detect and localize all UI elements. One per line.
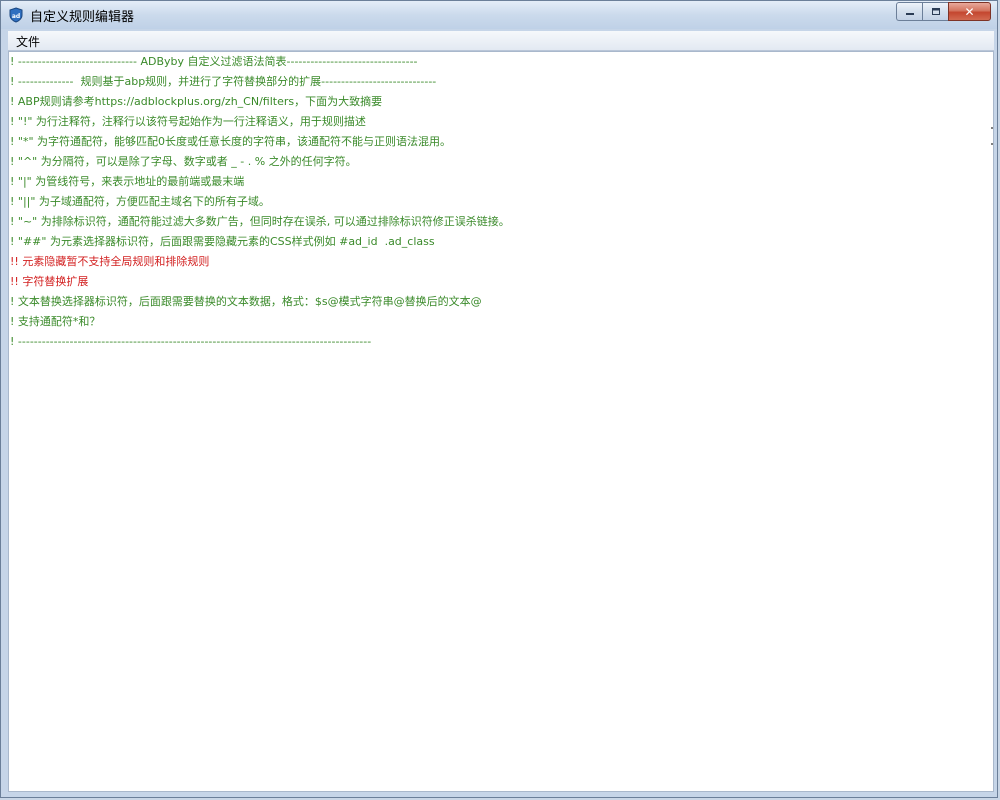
minimize-button[interactable] bbox=[896, 2, 922, 21]
editor-line: ! --------------------------------------… bbox=[10, 335, 372, 348]
caption-buttons: ✕ bbox=[896, 2, 991, 21]
editor-line: ! ABP规则请参考https://adblockplus.org/zh_CN/… bbox=[10, 95, 383, 108]
maximize-icon bbox=[931, 7, 940, 15]
text-cursor-icon bbox=[991, 127, 993, 145]
editor-line: ! ------------------------------ ADByby … bbox=[10, 55, 418, 68]
editor-line: ! -------------- 规则基于abp规则，并进行了字符替换部分的扩展… bbox=[10, 75, 437, 88]
window-title: 自定义规则编辑器 bbox=[30, 10, 135, 25]
editor-line: ! "^" 为分隔符，可以是除了字母、数字或者 _ - . % 之外的任何字符。 bbox=[10, 155, 357, 168]
editor-line: ! "!" 为行注释符，注释行以该符号起始作为一行注释语义，用于规则描述 bbox=[10, 115, 366, 128]
svg-text:ad: ad bbox=[12, 13, 20, 20]
rules-text-editor[interactable]: ! ------------------------------ ADByby … bbox=[8, 51, 994, 792]
menu-bar: 文件 bbox=[8, 31, 994, 51]
editor-line: ! 文本替换选择器标识符，后面跟需要替换的文本数据，格式：$s@模式字符串@替换… bbox=[10, 295, 482, 308]
editor-line: ! "~" 为排除标识符，通配符能过滤大多数广告，但同时存在误杀, 可以通过排除… bbox=[10, 215, 510, 228]
close-button[interactable]: ✕ bbox=[948, 2, 991, 21]
editor-line: ! "|" 为管线符号，来表示地址的最前端或最末端 bbox=[10, 175, 245, 188]
close-icon: ✕ bbox=[964, 4, 975, 19]
title-bar[interactable]: ad 自定义规则编辑器 ✕ bbox=[1, 1, 997, 29]
editor-line: ! 支持通配符*和？ bbox=[10, 315, 101, 328]
maximize-button[interactable] bbox=[922, 2, 948, 21]
rule-editor-window: ad 自定义规则编辑器 ✕ 文件 ! ---------------------… bbox=[0, 0, 998, 798]
menu-file[interactable]: 文件 bbox=[11, 32, 45, 51]
editor-line: !! 元素隐藏暂不支持全局规则和排除规则 bbox=[10, 255, 210, 268]
editor-line: !! 字符替换扩展 bbox=[10, 275, 89, 288]
editor-line: ! "||" 为子域通配符，方便匹配主域名下的所有子域。 bbox=[10, 195, 270, 208]
editor-line: ! "*" 为字符通配符，能够匹配0长度或任意长度的字符串，该通配符不能与正则语… bbox=[10, 135, 452, 148]
adbyby-shield-icon: ad bbox=[9, 7, 23, 23]
minimize-icon bbox=[905, 12, 914, 15]
editor-line: ! "##" 为元素选择器标识符，后面跟需要隐藏元素的CSS样式例如 #ad_i… bbox=[10, 235, 435, 248]
